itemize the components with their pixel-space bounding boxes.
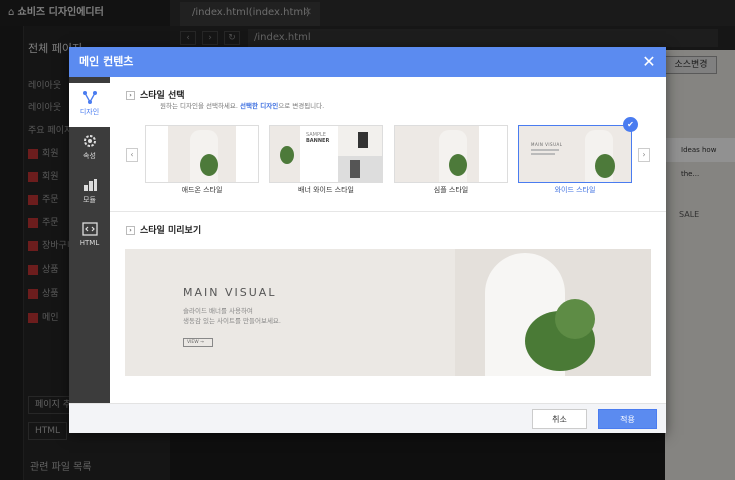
editor-window: ⌂ 쇼비즈 디자인에디터 /index.html(index.html) ✕ ‹…	[0, 0, 735, 480]
modal-footer: 취소 적용	[69, 403, 666, 433]
style-card-simple[interactable]: 심플 스타일	[394, 125, 508, 195]
sidebar-item-module[interactable]: 모듈	[69, 171, 110, 215]
close-icon[interactable]: ✕	[640, 53, 658, 71]
apply-button[interactable]: 적용	[598, 409, 657, 429]
sidebar-item-label: HTML	[79, 239, 100, 247]
style-thumbnail	[394, 125, 508, 183]
main-content-modal: 메인 컨텐츠 ✕ 디자인 속성 모듈 HTML › 스타일 선택 원하는 디자인…	[69, 47, 666, 433]
html-icon	[81, 222, 98, 236]
preview-view-button: VIEW →	[183, 338, 213, 347]
style-preview-visual: MAIN VISUAL 슬라이드 배너를 사용하여 생동감 있는 사이트를 만들…	[125, 249, 651, 376]
style-card-label: 배너 와이드 스타일	[298, 186, 354, 194]
design-icon	[82, 91, 97, 104]
next-style-button[interactable]: ›	[638, 148, 650, 162]
style-thumbnail	[145, 125, 259, 183]
style-select-description: 원하는 디자인을 선택하세요. 선택한 디자인으로 변경됩니다.	[160, 102, 325, 110]
modal-title: 메인 컨텐츠	[79, 55, 134, 68]
chevron-right-icon: ›	[126, 226, 135, 235]
module-icon	[83, 179, 97, 191]
sidebar-item-label: 속성	[83, 152, 96, 160]
cancel-button[interactable]: 취소	[532, 409, 587, 429]
style-card-label: 심플 스타일	[433, 186, 469, 194]
style-preview-title: › 스타일 미리보기	[126, 223, 201, 236]
section-divider	[110, 211, 666, 212]
prev-style-button[interactable]: ‹	[126, 148, 138, 162]
style-card-label: 애드온 스타일	[181, 186, 223, 194]
style-card-banner-wide[interactable]: SAMPLE BANNER 배너 와이드 스타일	[269, 125, 383, 195]
sidebar-item-properties[interactable]: 속성	[69, 127, 110, 171]
sidebar-item-design[interactable]: 디자인	[69, 83, 110, 127]
sidebar-item-html[interactable]: HTML	[69, 215, 110, 259]
modal-header: 메인 컨텐츠 ✕	[69, 47, 666, 77]
modal-sidebar: 디자인 속성 모듈 HTML	[69, 77, 110, 403]
selected-check-icon: ✔	[623, 117, 638, 132]
style-card-label: 와이드 스타일	[554, 186, 596, 194]
preview-visual-title: MAIN VISUAL	[183, 286, 277, 299]
sidebar-item-label: 디자인	[79, 108, 100, 116]
sidebar-item-label: 모듈	[83, 196, 96, 204]
modal-body: › 스타일 선택 원하는 디자인을 선택하세요. 선택한 디자인으로 변경됩니다.…	[110, 77, 666, 403]
style-card-wide[interactable]: MAIN VISUAL ✔ 와이드 스타일	[518, 117, 638, 195]
preview-visual-text: 슬라이드 배너를 사용하여 생동감 있는 사이트를 만들어보세요.	[183, 307, 281, 325]
chevron-right-icon: ›	[126, 91, 135, 100]
style-card-addon[interactable]: 애드온 스타일	[145, 125, 259, 195]
style-thumbnail: SAMPLE BANNER	[269, 125, 383, 183]
gear-icon	[83, 135, 96, 147]
style-thumbnail: MAIN VISUAL	[518, 125, 632, 183]
